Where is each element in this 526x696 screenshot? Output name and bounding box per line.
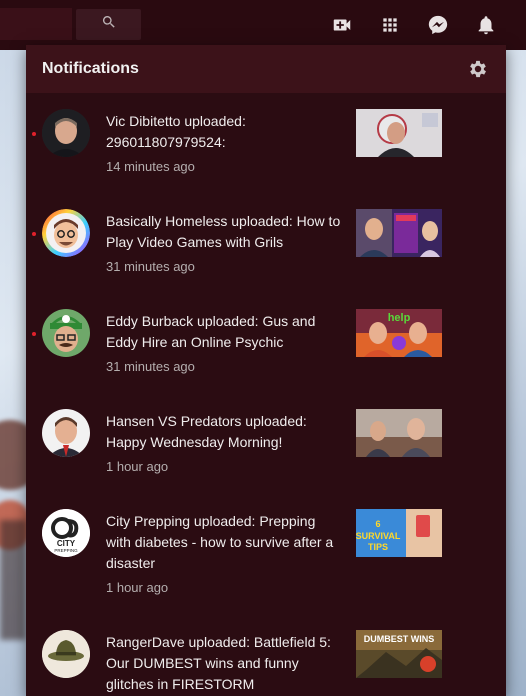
avatar — [42, 309, 90, 357]
notification-time: 1 hour ago — [106, 580, 169, 595]
notification-message: Vic Dibitetto uploaded: 296011807979524: — [106, 113, 246, 150]
messages-icon[interactable] — [426, 13, 450, 37]
thumbnail-caption: 6 — [375, 519, 380, 529]
video-thumbnail[interactable] — [356, 109, 442, 157]
video-thumbnail[interactable]: help — [356, 309, 442, 357]
avatar — [42, 409, 90, 457]
thumbnail-caption: DUMBEST WINS — [364, 634, 435, 644]
notification-time: 31 minutes ago — [106, 259, 195, 274]
notification-item[interactable]: CITY PREPPING City Prepping uploaded: Pr… — [26, 493, 506, 595]
background-shape — [0, 520, 26, 640]
video-thumbnail[interactable] — [356, 209, 442, 257]
notification-time: 14 minutes ago — [106, 159, 195, 174]
avatar-text: PREPPING — [54, 548, 78, 553]
create-video-icon[interactable] — [330, 13, 354, 37]
top-bar-left-block — [0, 8, 72, 40]
notification-item[interactable]: RangerDave uploaded: Battlefield 5: Our … — [26, 614, 506, 696]
notification-time: 31 minutes ago — [106, 359, 195, 374]
thumbnail-caption: help — [388, 312, 411, 324]
video-thumbnail[interactable] — [356, 409, 442, 457]
avatar — [42, 209, 90, 257]
notification-message: Basically Homeless uploaded: How to Play… — [106, 213, 341, 250]
video-thumbnail[interactable]: DUMBEST WINS — [356, 630, 442, 678]
panel-title: Notifications — [42, 60, 139, 77]
top-bar — [0, 0, 526, 50]
avatar — [42, 109, 90, 157]
notification-time: 1 hour ago — [106, 459, 169, 474]
notification-text: Hansen VS Predators uploaded: Happy Wedn… — [106, 411, 342, 474]
thumbnail-caption: SURVIVAL — [356, 531, 401, 541]
avatar: CITY PREPPING — [42, 509, 90, 557]
unread-dot — [32, 332, 36, 336]
apps-grid-icon[interactable] — [378, 13, 402, 37]
bell-icon[interactable] — [474, 13, 498, 37]
notification-item[interactable]: Basically Homeless uploaded: How to Play… — [26, 193, 506, 293]
avatar-text: CITY — [57, 539, 76, 548]
search-icon — [101, 14, 117, 35]
notifications-header: Notifications — [26, 45, 506, 93]
gear-icon[interactable] — [466, 57, 490, 81]
search-button[interactable] — [76, 9, 141, 40]
notification-text: RangerDave uploaded: Battlefield 5: Our … — [106, 632, 342, 696]
unread-dot — [32, 132, 36, 136]
notification-message: RangerDave uploaded: Battlefield 5: Our … — [106, 634, 331, 692]
video-thumbnail[interactable]: 6 SURVIVAL TIPS — [356, 509, 442, 557]
notification-item[interactable]: Hansen VS Predators uploaded: Happy Wedn… — [26, 393, 506, 493]
notification-item[interactable]: Vic Dibitetto uploaded: 296011807979524:… — [26, 93, 506, 193]
thumbnail-caption: TIPS — [368, 542, 388, 552]
notifications-panel: Notifications Vic Dibitetto uploaded: 29… — [26, 45, 506, 696]
notification-message: Hansen VS Predators uploaded: Happy Wedn… — [106, 413, 307, 450]
notification-message: Eddy Burback uploaded: Gus and Eddy Hire… — [106, 313, 316, 350]
avatar — [42, 630, 90, 678]
notification-item[interactable]: Eddy Burback uploaded: Gus and Eddy Hire… — [26, 293, 506, 393]
notification-text: Eddy Burback uploaded: Gus and Eddy Hire… — [106, 311, 342, 374]
notification-text: City Prepping uploaded: Prepping with di… — [106, 511, 342, 595]
notification-text: Vic Dibitetto uploaded: 296011807979524:… — [106, 111, 342, 174]
notification-message: City Prepping uploaded: Prepping with di… — [106, 513, 334, 571]
unread-dot — [32, 232, 36, 236]
notification-text: Basically Homeless uploaded: How to Play… — [106, 211, 342, 274]
